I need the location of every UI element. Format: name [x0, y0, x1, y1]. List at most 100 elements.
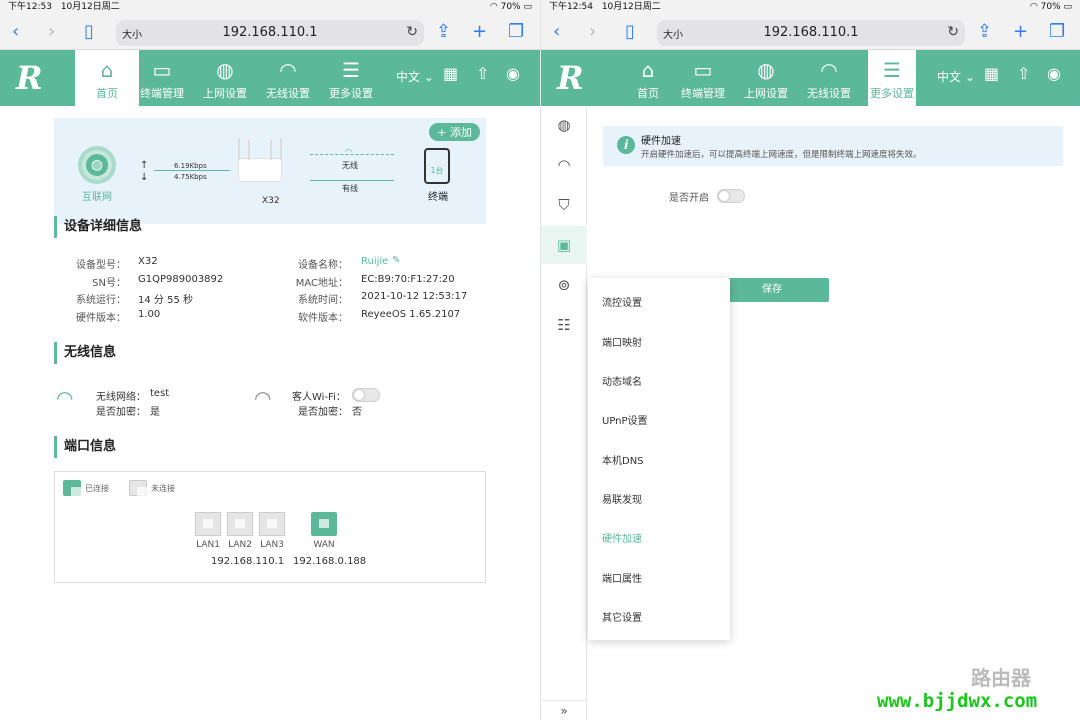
- reload-icon[interactable]: ↻: [406, 24, 418, 40]
- wireless-network-value: test: [150, 388, 170, 399]
- menu-item-upnp[interactable]: UPnP设置: [602, 412, 648, 427]
- status-bar: 下午12:54 10月12日周二 ◠ 70% ▭: [541, 0, 1080, 14]
- sidebar-wifi-icon[interactable]: ◠: [541, 146, 587, 184]
- wifi-status-icon: ◠: [1029, 2, 1041, 12]
- left-pane: 下午12:53 10月12日周二 ◠ 70% ▭ ‹ › ▯ 大小 192.16…: [0, 0, 540, 720]
- user-icon[interactable]: ◉: [1047, 64, 1061, 83]
- guest-wifi-toggle[interactable]: [352, 388, 380, 402]
- reload-icon[interactable]: ↻: [947, 24, 959, 40]
- system-time-value: 2021-10-12 12:53:17: [361, 291, 468, 302]
- language-select[interactable]: 中文 ⌄: [396, 68, 434, 85]
- browser-toolbar: ‹ › ▯ 大小 192.168.110.1 ↻ ⇪ + ❐: [541, 14, 1080, 50]
- watermark-title: 路由器: [971, 666, 1031, 690]
- menu-item-port-mapping[interactable]: 端口映射: [602, 334, 642, 349]
- home-content: + 添加 ◍ 互联网 ↑ ↓ 6.19Kbps 4.75Kbps X32 ◠ 无…: [0, 106, 540, 720]
- address-bar[interactable]: 大小 192.168.110.1 ↻: [116, 20, 424, 46]
- sidebar-shield-icon[interactable]: ⛉: [541, 186, 587, 224]
- wifi-status-icon: ◠: [489, 2, 501, 12]
- sn-label: SN号：: [92, 278, 126, 289]
- lan3-port[interactable]: [259, 512, 285, 536]
- nav-wireless[interactable]: ◠ 无线设置: [797, 50, 861, 106]
- nav-more[interactable]: ☰ 更多设置: [868, 50, 916, 106]
- wan-port[interactable]: [311, 512, 337, 536]
- new-tab-icon[interactable]: +: [1013, 22, 1028, 42]
- terminal-icon[interactable]: 1台: [424, 148, 450, 184]
- nav-devices[interactable]: ▭ 终端管理: [671, 50, 735, 106]
- menu-item-local-dns[interactable]: 本机DNS: [602, 452, 644, 467]
- menu-item-port-attr[interactable]: 端口属性: [602, 570, 642, 585]
- share-icon[interactable]: ⇪: [977, 22, 992, 42]
- upload-speed: 6.19Kbps: [174, 162, 207, 170]
- address-bar[interactable]: 大小 192.168.110.1 ↻: [657, 20, 965, 46]
- bookmarks-icon[interactable]: ▯: [84, 22, 94, 42]
- sidebar-toolbox-icon[interactable]: ▣: [541, 226, 587, 264]
- expand-sidebar-icon[interactable]: »: [541, 700, 587, 720]
- nav-more[interactable]: ☰ 更多设置: [319, 50, 383, 106]
- tabs-icon[interactable]: ❐: [1049, 22, 1065, 42]
- lan-ip: 192.168.110.1: [211, 556, 285, 567]
- back-icon[interactable]: ‹: [12, 22, 19, 42]
- tabs-icon[interactable]: ❐: [508, 22, 524, 42]
- wireless-link-icon: ◠: [345, 147, 352, 156]
- menu-item-other[interactable]: 其它设置: [602, 609, 642, 624]
- upgrade-icon[interactable]: ⇧: [476, 64, 489, 83]
- user-icon[interactable]: ◉: [506, 64, 520, 83]
- menu-item-ddns[interactable]: 动态域名: [602, 373, 642, 388]
- internet-globe-icon[interactable]: ◍: [78, 146, 116, 184]
- mac-value: EC:B9:70:F1:27:20: [361, 274, 455, 285]
- nav-devices[interactable]: ▭ 终端管理: [130, 50, 194, 106]
- status-time: 下午12:54: [549, 2, 593, 12]
- status-date: 10月12日周二: [601, 2, 661, 12]
- hw-accel-toggle[interactable]: [717, 189, 745, 203]
- info-icon: i: [617, 136, 635, 154]
- nav-wireless[interactable]: ◠ 无线设置: [256, 50, 320, 106]
- watermark: 路由器 www.bjjdwx.com: [871, 666, 1080, 718]
- top-nav: R ⌂ 首页 ▭ 终端管理 ◍ 上网设置 ◠ 无线设置 ☰ 更多设置 中文 ⌄ ▦ ⇧ ◉: [541, 50, 1080, 106]
- sliders-icon: ☰: [883, 58, 901, 82]
- globe-icon: ◍: [757, 58, 775, 82]
- hw-version-value: 1.00: [138, 309, 161, 320]
- wan-link-line: [154, 170, 230, 171]
- nav-label: 终端管理: [681, 87, 725, 100]
- share-icon[interactable]: ⇪: [436, 22, 451, 42]
- network-topology: + 添加 ◍ 互联网 ↑ ↓ 6.19Kbps 4.75Kbps X32 ◠ 无…: [54, 118, 486, 224]
- qrcode-icon[interactable]: ▦: [443, 64, 458, 83]
- nav-label: 更多设置: [329, 87, 373, 100]
- menu-item-hw-accel[interactable]: 硬件加速: [602, 530, 642, 545]
- edit-icon[interactable]: ✎: [392, 255, 400, 266]
- lan3-label: LAN3: [260, 540, 284, 550]
- hw-version-label: 硬件版本：: [76, 313, 126, 324]
- lan2-port[interactable]: [227, 512, 253, 536]
- wired-label: 有线: [342, 184, 358, 193]
- nav-internet[interactable]: ◍ 上网设置: [193, 50, 257, 106]
- url-text[interactable]: 192.168.110.1: [116, 25, 424, 40]
- sidebar-globe-icon[interactable]: ◍: [541, 106, 587, 144]
- url-text[interactable]: 192.168.110.1: [657, 25, 965, 40]
- bookmarks-icon[interactable]: ▯: [625, 22, 635, 42]
- language-label: 中文: [937, 70, 962, 84]
- save-button[interactable]: 保存: [715, 278, 829, 302]
- language-select[interactable]: 中文 ⌄: [937, 68, 975, 85]
- sn-value: G1QP989003892: [138, 274, 224, 285]
- nav-label: 终端管理: [140, 87, 184, 100]
- top-nav: R ⌂ 首页 ▭ 终端管理 ◍ 上网设置 ◠ 无线设置 ☰ 更多设置 中文 ⌄ ▦ ⇧ ◉: [0, 50, 540, 106]
- router-image[interactable]: [234, 138, 286, 186]
- sidebar-sliders-icon[interactable]: ☷: [541, 306, 587, 344]
- forward-icon[interactable]: ›: [589, 22, 596, 42]
- upgrade-icon[interactable]: ⇧: [1017, 64, 1030, 83]
- sw-version-value: ReyeeOS 1.65.2107: [361, 309, 461, 320]
- menu-item-easylink[interactable]: 易联发现: [602, 491, 642, 506]
- nav-internet[interactable]: ◍ 上网设置: [734, 50, 798, 106]
- lan1-port[interactable]: [195, 512, 221, 536]
- sidebar-diagnose-icon[interactable]: ⊚: [541, 266, 587, 304]
- status-bar: 下午12:53 10月12日周二 ◠ 70% ▭: [0, 0, 540, 14]
- forward-icon[interactable]: ›: [48, 22, 55, 42]
- menu-item-flow-control[interactable]: 流控设置: [602, 294, 642, 309]
- right-pane: 下午12:54 10月12日周二 ◠ 70% ▭ ‹ › ▯ 大小 192.16…: [540, 0, 1080, 720]
- qrcode-icon[interactable]: ▦: [984, 64, 999, 83]
- back-icon[interactable]: ‹: [553, 22, 560, 42]
- add-button[interactable]: + 添加: [429, 123, 480, 141]
- wireless-link-line: [310, 154, 394, 155]
- new-tab-icon[interactable]: +: [472, 22, 487, 42]
- status-time: 下午12:53: [8, 2, 52, 12]
